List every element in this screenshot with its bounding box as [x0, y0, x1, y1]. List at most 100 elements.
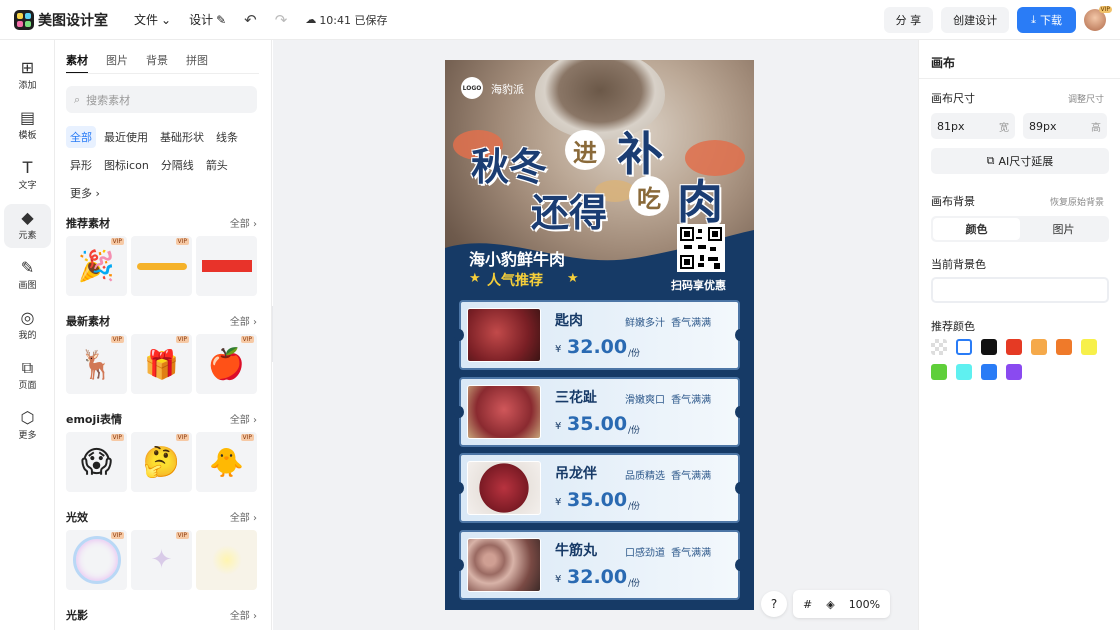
rail-item-more[interactable]: ⬡ 更多: [0, 408, 55, 441]
chip-dividers[interactable]: 分隔线: [157, 154, 198, 176]
star-icon: ★: [469, 271, 481, 286]
card-notch: [735, 329, 745, 341]
segment-color[interactable]: 颜色: [933, 218, 1020, 240]
material-thumb[interactable]: VIP 🐥: [196, 432, 257, 492]
chip-lines[interactable]: 线条: [212, 126, 242, 148]
adjust-size-link[interactable]: 调整尺寸: [1068, 92, 1104, 105]
card-notch: [454, 406, 464, 418]
section-all-emoji[interactable]: 全部 ›: [230, 411, 257, 426]
color-swatch[interactable]: [956, 364, 972, 380]
card-notch: [735, 559, 745, 571]
item-price: 35.00: [567, 413, 628, 435]
chip-basic-shapes[interactable]: 基础形状: [156, 126, 208, 148]
search-input[interactable]: ⌕ 搜索素材: [66, 86, 257, 113]
material-thumb[interactable]: [196, 236, 257, 296]
zoom-level[interactable]: 100%: [849, 598, 880, 611]
menu-card: 吊龙伴 品质精选 香气满满 ¥ 35.00 /份: [454, 453, 745, 523]
chip-all[interactable]: 全部: [66, 126, 96, 148]
chick-icon: 🐥: [209, 445, 244, 479]
gift-icon: 🎁: [144, 347, 179, 381]
current-bg-color-swatch[interactable]: [931, 277, 1109, 303]
restore-background-link[interactable]: 恢复原始背景: [1050, 195, 1104, 208]
plus-square-icon: ⊞: [20, 58, 35, 77]
search-placeholder: 搜索素材: [86, 93, 131, 107]
chip-more[interactable]: 更多 ›: [66, 182, 104, 204]
grid-icon[interactable]: #: [803, 598, 812, 611]
rail-item-template[interactable]: ▤ 模板: [0, 108, 55, 141]
material-thumb[interactable]: [196, 530, 257, 590]
color-swatch[interactable]: [931, 364, 947, 380]
color-swatch[interactable]: [1006, 364, 1022, 380]
chip-icons[interactable]: 图标icon: [100, 154, 153, 176]
rail-item-draw[interactable]: ✎ 画图: [0, 258, 55, 291]
color-swatch[interactable]: [981, 339, 997, 355]
undo-icon[interactable]: ↶: [244, 11, 257, 29]
rail-item-pages[interactable]: ⧉ 页面: [0, 358, 55, 391]
section-all-light-shadow[interactable]: 全部 ›: [230, 607, 257, 622]
material-thumb[interactable]: VIP 🎁: [131, 334, 192, 394]
item-currency: ¥: [555, 344, 562, 355]
card-notch: [454, 559, 464, 571]
vip-badge: VIP: [175, 336, 189, 343]
chip-recent[interactable]: 最近使用: [100, 126, 152, 148]
item-name: 三花趾: [555, 390, 597, 406]
color-swatch[interactable]: [931, 339, 947, 355]
width-field[interactable]: 81px 宽: [931, 113, 1015, 139]
segment-image[interactable]: 图片: [1020, 218, 1107, 240]
create-design-button[interactable]: 创建设计: [941, 7, 1010, 33]
section-all-latest[interactable]: 全部 ›: [230, 313, 257, 328]
material-thumb[interactable]: VIP 🍎: [196, 334, 257, 394]
tab-backgrounds[interactable]: 背景: [146, 52, 168, 74]
rail-item-mine[interactable]: ◎ 我的: [0, 308, 55, 341]
rail-item-add[interactable]: ⊞ 添加: [0, 58, 55, 91]
app-logo[interactable]: 美图设计室: [14, 9, 108, 30]
rail-item-text[interactable]: T 文字: [0, 158, 55, 191]
design-menu[interactable]: 设计 ✎: [189, 11, 226, 28]
section-all-light-effects[interactable]: 全部 ›: [230, 509, 257, 524]
color-swatch[interactable]: [1081, 339, 1097, 355]
ai-extend-button[interactable]: ⧉ AI尺寸延展: [931, 148, 1109, 174]
color-swatch[interactable]: [1031, 339, 1047, 355]
material-thumb[interactable]: VIP 🦌: [66, 334, 127, 394]
material-thumb[interactable]: VIP 😱: [66, 432, 127, 492]
poster-subtitle-2: 人气推荐: [487, 273, 543, 289]
color-swatch[interactable]: [956, 339, 972, 355]
beef-photo: [467, 308, 541, 362]
download-button[interactable]: ⤓ 下载: [1017, 7, 1076, 33]
ai-resize-icon: ⧉: [986, 154, 995, 167]
color-swatch[interactable]: [981, 364, 997, 380]
vip-badge: VIP: [240, 336, 254, 343]
poster-canvas[interactable]: LOGO 海豹派 秋冬 进 补 还得 吃 肉 海小豹鲜牛肉 ★ 人气推荐 ★ 扫…: [445, 60, 754, 610]
rail-item-elements[interactable]: ◆ 元素: [4, 204, 51, 248]
item-name: 吊龙伴: [555, 466, 597, 482]
material-thumb[interactable]: VIP: [131, 236, 192, 296]
file-menu[interactable]: 文件 ⌄: [134, 11, 171, 28]
chip-irregular[interactable]: 异形: [66, 154, 96, 176]
tab-materials[interactable]: 素材: [66, 52, 88, 74]
share-button[interactable]: 分 享: [883, 7, 934, 33]
material-thumb[interactable]: VIP 🎉: [66, 236, 127, 296]
layers-icon[interactable]: ◈: [826, 598, 834, 611]
section-all-recommended[interactable]: 全部 ›: [230, 215, 257, 230]
chip-arrows[interactable]: 箭头: [202, 154, 232, 176]
material-thumb[interactable]: VIP 🤔: [131, 432, 192, 492]
avatar[interactable]: VIP: [1084, 6, 1112, 31]
template-icon: ▤: [19, 108, 36, 127]
material-thumb[interactable]: VIP ✦: [131, 530, 192, 590]
meatball-photo: [467, 538, 541, 592]
height-field[interactable]: 89px 高: [1023, 113, 1107, 139]
width-unit: 宽: [999, 122, 1009, 134]
save-status: ☁ 10:41 已保存: [305, 12, 387, 28]
material-thumb[interactable]: VIP: [66, 530, 127, 590]
section-title-recommended: 推荐素材: [66, 217, 110, 230]
rail-item-label: 添加: [18, 81, 37, 91]
color-swatch[interactable]: [1006, 339, 1022, 355]
height-value: 89px: [1029, 119, 1057, 133]
help-button[interactable]: ?: [761, 591, 787, 617]
tab-images[interactable]: 图片: [106, 52, 128, 74]
poster-logo: LOGO: [461, 77, 483, 99]
color-swatch[interactable]: [1056, 339, 1072, 355]
redo-icon[interactable]: ↷: [275, 11, 288, 29]
menu-card: 三花趾 滑嫩爽口 香气满满 ¥ 35.00 /份: [454, 377, 745, 447]
tab-collage[interactable]: 拼图: [186, 52, 208, 74]
